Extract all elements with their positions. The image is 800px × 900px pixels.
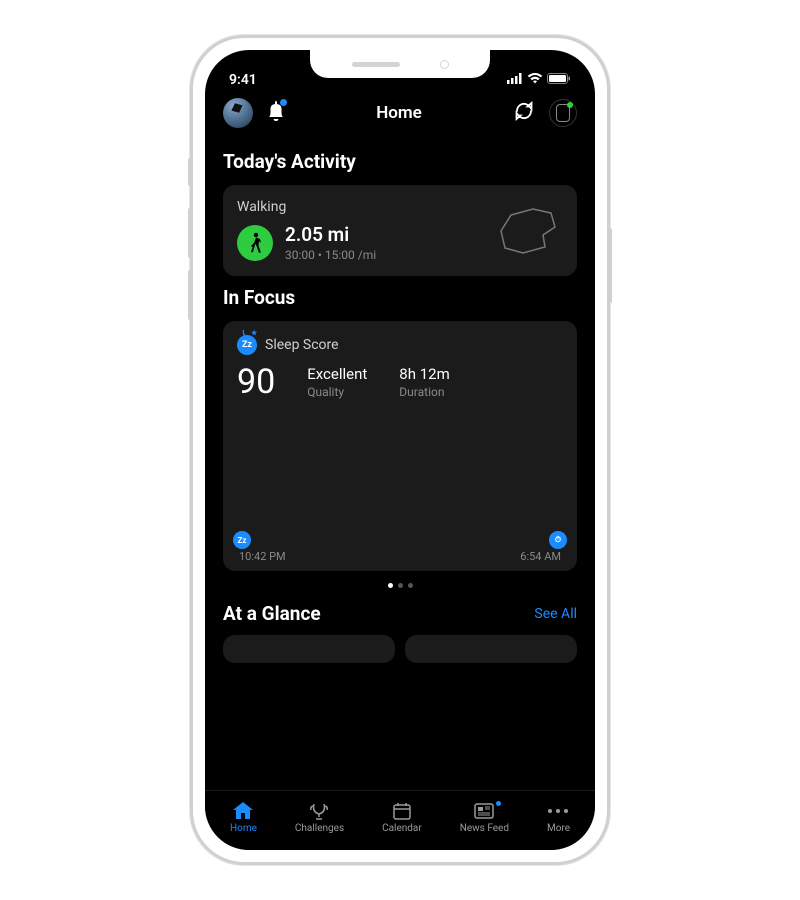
- tab-home[interactable]: Home: [230, 801, 257, 834]
- tab-label: News Feed: [460, 823, 509, 834]
- tab-news-feed[interactable]: News Feed: [460, 801, 509, 834]
- route-map-icon: [493, 203, 563, 258]
- app-header: Home: [205, 90, 595, 140]
- volume-up-button: [188, 208, 192, 258]
- device-connected-dot-icon: [567, 102, 573, 108]
- speaker-grill: [352, 62, 400, 67]
- status-indicators: [507, 72, 571, 88]
- sleep-duration-value: 8h 12m: [399, 365, 449, 383]
- tab-notification-dot-icon: [496, 801, 501, 806]
- tab-label: Home: [230, 823, 257, 834]
- tab-label: More: [547, 823, 570, 834]
- power-button: [608, 228, 612, 303]
- front-camera: [440, 60, 449, 69]
- sleep-end-badge-icon: ⏱: [549, 531, 567, 549]
- battery-icon: [547, 72, 571, 88]
- sleep-chart: Zz ⏱ 10:42 PM 6:54 AM: [239, 411, 561, 561]
- home-icon: [233, 801, 253, 821]
- glance-card[interactable]: [405, 635, 577, 663]
- sleep-duration-label: Duration: [399, 385, 449, 399]
- device-button[interactable]: [549, 99, 577, 127]
- tab-more[interactable]: More: [547, 801, 570, 834]
- sleep-end-time: 6:54 AM: [520, 550, 561, 563]
- tab-calendar[interactable]: Calendar: [382, 801, 422, 834]
- notification-dot-icon: [280, 99, 287, 106]
- tab-label: Challenges: [295, 823, 344, 834]
- sleep-score-value: 90: [237, 365, 275, 399]
- news-feed-icon: [474, 801, 494, 821]
- sleep-start-badge-icon: Zz: [233, 531, 251, 549]
- pager-dot[interactable]: [388, 583, 393, 588]
- more-icon: [547, 801, 569, 821]
- see-all-link[interactable]: See All: [534, 606, 577, 622]
- activity-detail: 30:00 • 15:00 /mi: [285, 248, 376, 262]
- notch: [310, 50, 490, 78]
- volume-down-button: [188, 270, 192, 320]
- status-time: 9:41: [229, 72, 257, 88]
- tab-challenges[interactable]: Challenges: [295, 801, 344, 834]
- calendar-icon: [393, 801, 411, 821]
- activity-section-title: Today's Activity: [223, 150, 577, 173]
- glance-card[interactable]: [223, 635, 395, 663]
- activity-type-label: Walking: [237, 199, 479, 215]
- sleep-icon: Zz: [237, 335, 257, 355]
- sleep-score-card[interactable]: Zz Sleep Score 90 Excellent Quality 8h 1…: [223, 321, 577, 571]
- sleep-start-time: 10:42 PM: [239, 550, 286, 563]
- tab-bar: Home Challenges Calendar News Feed More: [205, 790, 595, 850]
- glance-section-title: At a Glance: [223, 602, 321, 625]
- sleep-quality-label: Quality: [307, 385, 367, 399]
- glance-cards-row: [223, 635, 577, 663]
- focus-section-title: In Focus: [223, 286, 577, 309]
- sleep-label: Sleep Score: [265, 337, 339, 353]
- challenges-icon: [309, 801, 329, 821]
- phone-frame: 9:41 Home: [190, 35, 610, 865]
- activity-card[interactable]: Walking 2.05 mi 30:00 • 15:00 /mi: [223, 185, 577, 276]
- wifi-icon: [527, 72, 543, 88]
- pager[interactable]: [223, 583, 577, 588]
- sync-icon: [513, 100, 535, 122]
- notifications-button[interactable]: [267, 101, 285, 125]
- profile-avatar[interactable]: [223, 98, 253, 128]
- pager-dot[interactable]: [398, 583, 403, 588]
- sleep-quality-value: Excellent: [307, 365, 367, 383]
- walking-icon: [237, 225, 273, 261]
- pager-dot[interactable]: [408, 583, 413, 588]
- main-content: Today's Activity Walking 2.05 mi 30:00 •…: [205, 140, 595, 663]
- cellular-signal-icon: [507, 72, 523, 88]
- page-title: Home: [376, 103, 422, 123]
- silent-switch: [188, 158, 192, 186]
- screen: 9:41 Home: [205, 50, 595, 850]
- activity-distance: 2.05 mi: [285, 223, 376, 246]
- sync-button[interactable]: [513, 100, 535, 126]
- tab-label: Calendar: [382, 823, 422, 834]
